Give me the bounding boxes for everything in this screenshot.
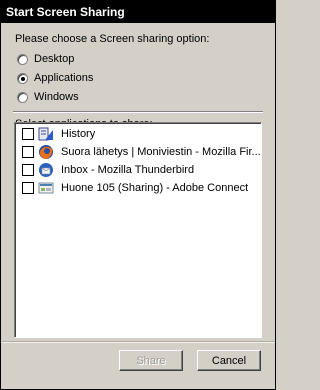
thunderbird-icon bbox=[38, 162, 54, 178]
share-button[interactable]: Share bbox=[119, 350, 183, 371]
adobe-connect-icon bbox=[38, 180, 54, 196]
radio-desktop-label: Desktop bbox=[34, 53, 75, 65]
sharing-option-prompt: Please choose a Screen sharing option: bbox=[15, 33, 210, 45]
radio-button-icon[interactable] bbox=[17, 53, 28, 65]
radio-desktop[interactable]: Desktop bbox=[17, 51, 74, 67]
radio-windows-label: Windows bbox=[34, 91, 79, 103]
history-icon bbox=[38, 126, 54, 142]
list-item-label: Suora lähetys | Moniviestin - Mozilla Fi… bbox=[61, 146, 261, 158]
firefox-icon bbox=[38, 144, 54, 160]
list-item-label: Huone 105 (Sharing) - Adobe Connect bbox=[61, 182, 249, 194]
start-screen-sharing-dialog: Start Screen Sharing Please choose a Scr… bbox=[0, 0, 276, 390]
list-item[interactable]: History bbox=[22, 126, 95, 142]
checkbox[interactable] bbox=[22, 164, 34, 176]
radio-windows[interactable]: Windows bbox=[17, 89, 79, 105]
radio-button-icon[interactable] bbox=[17, 72, 28, 84]
checkbox[interactable] bbox=[22, 128, 34, 140]
checkbox[interactable] bbox=[22, 146, 34, 158]
radio-button-icon[interactable] bbox=[17, 91, 28, 103]
list-item[interactable]: Suora lähetys | Moniviestin - Mozilla Fi… bbox=[22, 144, 261, 160]
radio-applications[interactable]: Applications bbox=[17, 70, 93, 86]
radio-applications-label: Applications bbox=[34, 72, 94, 84]
footer-separator bbox=[1, 341, 275, 343]
applications-listbox[interactable]: History Suora lähetys | Moniviestin - Mo… bbox=[14, 122, 262, 338]
separator bbox=[13, 111, 263, 113]
list-item[interactable]: Inbox - Mozilla Thunderbird bbox=[22, 162, 194, 178]
checkbox[interactable] bbox=[22, 182, 34, 194]
list-item-label: Inbox - Mozilla Thunderbird bbox=[61, 164, 195, 176]
cancel-button[interactable]: Cancel bbox=[197, 350, 261, 371]
window-title: Start Screen Sharing bbox=[1, 1, 275, 23]
list-item[interactable]: Huone 105 (Sharing) - Adobe Connect bbox=[22, 180, 248, 196]
list-item-label: History bbox=[61, 128, 96, 140]
